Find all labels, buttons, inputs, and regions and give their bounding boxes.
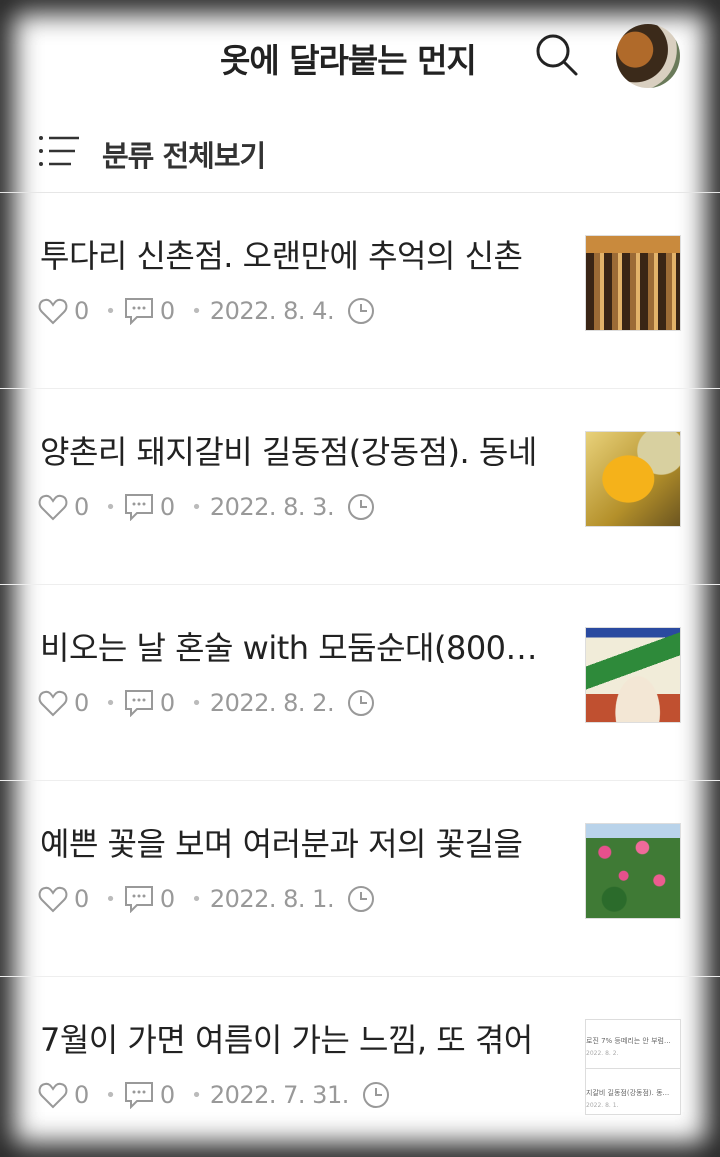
clock-icon	[362, 1082, 389, 1108]
post-date: 2022. 7. 31.	[209, 1081, 350, 1109]
thumb-divider	[586, 1068, 680, 1069]
heart-icon[interactable]	[38, 297, 68, 325]
post-thumbnail[interactable]	[585, 823, 681, 919]
meta-dot: •	[105, 1084, 116, 1106]
post-date: 2022. 8. 3.	[209, 493, 335, 521]
screen: 옷에 달라붙는 먼지 분류 전체보기 투다리 신촌점. 오랜만에 추억의 신촌 …	[0, 0, 720, 1157]
clock-icon	[348, 886, 375, 912]
comment-icon[interactable]	[124, 493, 154, 521]
thumb-text: 로진 7% 등떼리는 안 부럼...	[586, 1037, 671, 1045]
comment-count: 0	[159, 1081, 176, 1109]
comment-count: 0	[159, 689, 176, 717]
meta-dot: •	[191, 1084, 202, 1106]
profile-avatar[interactable]	[616, 24, 680, 88]
comment-icon[interactable]	[124, 1081, 154, 1109]
post-meta: 0 • 0 • 2022. 8. 4.	[38, 293, 376, 329]
post-thumbnail[interactable]	[585, 235, 681, 331]
post-list: 투다리 신촌점. 오랜만에 추억의 신촌 0 • 0 • 2022. 8. 4.…	[0, 193, 720, 1157]
post-meta: 0 • 0 • 2022. 7. 31.	[38, 1077, 391, 1113]
meta-dot: •	[191, 692, 202, 714]
post-title[interactable]: 7월이 가면 여름이 가는 느낌, 또 겪어	[40, 1015, 538, 1061]
like-count: 0	[74, 493, 90, 521]
like-count: 0	[74, 885, 90, 913]
post-item[interactable]: 예쁜 꽃을 보며 여러분과 저의 꽃길을 0 • 0 • 2022. 8. 1.	[0, 781, 720, 977]
meta-dot: •	[105, 300, 116, 322]
like-count: 0	[74, 297, 90, 325]
post-title[interactable]: 비오는 날 혼술 with 모둠순대(8000원)	[40, 623, 538, 669]
heart-icon[interactable]	[38, 493, 68, 521]
post-title[interactable]: 예쁜 꽃을 보며 여러분과 저의 꽃길을	[40, 819, 538, 865]
comment-icon[interactable]	[124, 689, 154, 717]
meta-dot: •	[191, 888, 202, 910]
blog-title[interactable]: 옷에 달라붙는 먼지	[220, 34, 510, 82]
post-item[interactable]: 양촌리 돼지갈비 길동점(강동점). 동네 0 • 0 • 2022. 8. 3…	[0, 389, 720, 585]
comment-icon[interactable]	[124, 297, 154, 325]
list-menu-icon[interactable]	[38, 134, 82, 168]
post-item[interactable]: 비오는 날 혼술 with 모둠순대(8000원) 0 • 0 • 2022. …	[0, 585, 720, 781]
post-date: 2022. 8. 1.	[209, 885, 335, 913]
like-count: 0	[74, 689, 90, 717]
post-item[interactable]: 7월이 가면 여름이 가는 느낌, 또 겪어 0 • 0 • 2022. 7. …	[0, 977, 720, 1157]
comment-count: 0	[159, 297, 176, 325]
meta-dot: •	[105, 888, 116, 910]
heart-icon[interactable]	[38, 885, 68, 913]
post-date: 2022. 8. 4.	[209, 297, 335, 325]
comment-count: 0	[159, 885, 176, 913]
post-meta: 0 • 0 • 2022. 8. 3.	[38, 489, 376, 525]
thumb-text: 2022. 8. 1.	[586, 1102, 619, 1109]
search-icon[interactable]	[534, 32, 580, 78]
category-label[interactable]: 분류 전체보기	[102, 133, 266, 175]
meta-dot: •	[191, 300, 202, 322]
clock-icon	[348, 298, 375, 324]
post-thumbnail[interactable]: 로진 7% 등떼리는 안 부럼... 2022. 8. 2. 지갈비 길동점(강…	[585, 1019, 681, 1115]
top-header: 옷에 달라붙는 먼지	[0, 0, 720, 112]
heart-icon[interactable]	[38, 689, 68, 717]
thumb-text: 2022. 8. 2.	[586, 1050, 619, 1057]
post-meta: 0 • 0 • 2022. 8. 1.	[38, 881, 376, 917]
meta-dot: •	[105, 496, 116, 518]
clock-icon	[348, 494, 375, 520]
post-title[interactable]: 투다리 신촌점. 오랜만에 추억의 신촌	[40, 231, 538, 277]
post-item[interactable]: 투다리 신촌점. 오랜만에 추억의 신촌 0 • 0 • 2022. 8. 4.	[0, 193, 720, 389]
post-thumbnail[interactable]	[585, 627, 681, 723]
heart-icon[interactable]	[38, 1081, 68, 1109]
post-thumbnail[interactable]	[585, 431, 681, 527]
thumb-text: 지갈비 길동점(강동점). 동...	[586, 1089, 670, 1097]
comment-icon[interactable]	[124, 885, 154, 913]
meta-dot: •	[105, 692, 116, 714]
comment-count: 0	[159, 493, 176, 521]
like-count: 0	[74, 1081, 90, 1109]
post-date: 2022. 8. 2.	[209, 689, 335, 717]
meta-dot: •	[191, 496, 202, 518]
clock-icon	[348, 690, 375, 716]
post-title[interactable]: 양촌리 돼지갈비 길동점(강동점). 동네	[40, 427, 538, 473]
post-meta: 0 • 0 • 2022. 8. 2.	[38, 685, 376, 721]
